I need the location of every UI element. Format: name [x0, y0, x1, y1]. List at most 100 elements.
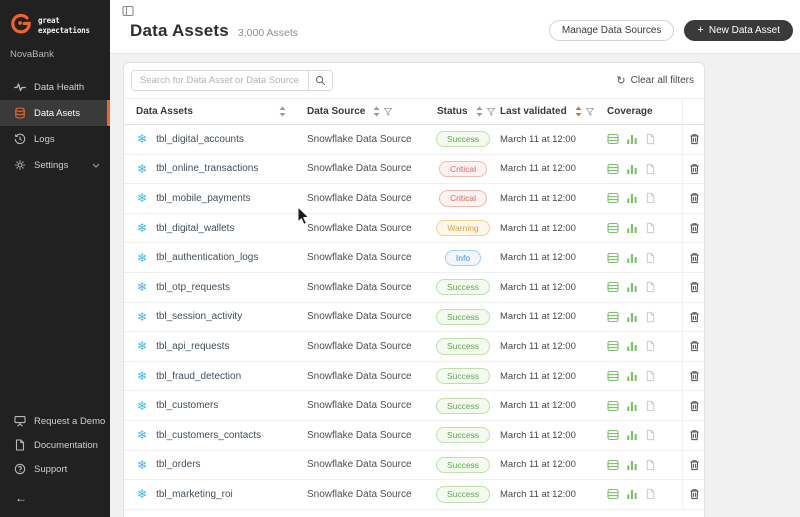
table-row[interactable]: ❄ tbl_marketing_roi Snowflake Data Sourc… [124, 480, 704, 510]
delete-icon[interactable] [689, 488, 700, 500]
table-row[interactable]: ❄ tbl_online_transactions Snowflake Data… [124, 155, 704, 185]
table-row[interactable]: ❄ tbl_otp_requests Snowflake Data Source… [124, 273, 704, 303]
search-icon[interactable] [308, 71, 332, 90]
schema-coverage-icon[interactable] [607, 163, 619, 175]
metrics-coverage-icon[interactable] [626, 340, 638, 352]
asset-name-cell[interactable]: ❄ tbl_customers [124, 400, 302, 412]
table-row[interactable]: ❄ tbl_mobile_payments Snowflake Data Sou… [124, 184, 704, 214]
schema-coverage-icon[interactable] [607, 281, 619, 293]
delete-icon[interactable] [689, 311, 700, 323]
table-row[interactable]: ❄ tbl_digital_accounts Snowflake Data So… [124, 125, 704, 155]
schema-coverage-icon[interactable] [607, 370, 619, 382]
delete-icon[interactable] [689, 163, 700, 175]
delete-icon[interactable] [689, 281, 700, 293]
docs-coverage-icon[interactable] [645, 400, 656, 412]
new-data-asset-button[interactable]: + New Data Asset [684, 20, 793, 41]
schema-coverage-icon[interactable] [607, 488, 619, 500]
metrics-coverage-icon[interactable] [626, 311, 638, 323]
delete-icon[interactable] [689, 222, 700, 234]
column-header-data-source[interactable]: Data Source [302, 99, 432, 124]
sidebar-toggle-icon[interactable] [122, 5, 134, 17]
sidebar-item-logs[interactable]: Logs [0, 126, 110, 152]
docs-coverage-icon[interactable] [645, 222, 656, 234]
manage-data-sources-button[interactable]: Manage Data Sources [549, 20, 675, 41]
metrics-coverage-icon[interactable] [626, 281, 638, 293]
schema-coverage-icon[interactable] [607, 311, 619, 323]
search-input[interactable] [132, 71, 308, 90]
delete-icon[interactable] [689, 429, 700, 441]
docs-coverage-icon[interactable] [645, 488, 656, 500]
schema-coverage-icon[interactable] [607, 429, 619, 441]
table-row[interactable]: ❄ tbl_authentication_logs Snowflake Data… [124, 243, 704, 273]
asset-name-cell[interactable]: ❄ tbl_orders [124, 459, 302, 471]
delete-icon[interactable] [689, 192, 700, 204]
delete-icon[interactable] [689, 133, 700, 145]
metrics-coverage-icon[interactable] [626, 459, 638, 471]
docs-coverage-icon[interactable] [645, 459, 656, 471]
asset-name-cell[interactable]: ❄ tbl_customers_contacts [124, 429, 302, 441]
clear-all-filters-button[interactable]: ↻ Clear all filters [616, 74, 694, 87]
sidebar-item-data-health[interactable]: Data Health [0, 74, 110, 100]
sort-icon[interactable] [373, 106, 380, 117]
docs-coverage-icon[interactable] [645, 429, 656, 441]
sidebar-item-documentation[interactable]: Documentation [0, 433, 110, 457]
asset-name-cell[interactable]: ❄ tbl_authentication_logs [124, 252, 302, 264]
table-row[interactable]: ❄ tbl_customers_contacts Snowflake Data … [124, 421, 704, 451]
docs-coverage-icon[interactable] [645, 370, 656, 382]
delete-icon[interactable] [689, 252, 700, 264]
delete-icon[interactable] [689, 340, 700, 352]
table-row[interactable]: ❄ tbl_fraud_detection Snowflake Data Sou… [124, 362, 704, 392]
metrics-coverage-icon[interactable] [626, 252, 638, 264]
table-row[interactable]: ❄ tbl_digital_wallets Snowflake Data Sou… [124, 214, 704, 244]
sidebar-collapse-button[interactable]: ← [0, 481, 110, 505]
schema-coverage-icon[interactable] [607, 133, 619, 145]
docs-coverage-icon[interactable] [645, 192, 656, 204]
delete-icon[interactable] [689, 400, 700, 412]
asset-name-cell[interactable]: ❄ tbl_session_activity [124, 311, 302, 323]
metrics-coverage-icon[interactable] [626, 192, 638, 204]
column-header-data-assets[interactable]: Data Assets [124, 99, 302, 124]
metrics-coverage-icon[interactable] [626, 370, 638, 382]
sort-icon-active[interactable] [575, 106, 582, 117]
schema-coverage-icon[interactable] [607, 252, 619, 264]
metrics-coverage-icon[interactable] [626, 488, 638, 500]
asset-name-cell[interactable]: ❄ tbl_otp_requests [124, 281, 302, 293]
asset-name-cell[interactable]: ❄ tbl_online_transactions [124, 163, 302, 175]
sort-icon[interactable] [476, 106, 483, 117]
column-header-last-validated[interactable]: Last validated [494, 99, 601, 124]
sidebar-item-request-a-demo[interactable]: Request a Demo [0, 409, 110, 433]
sidebar-item-settings[interactable]: Settings [0, 152, 110, 178]
docs-coverage-icon[interactable] [645, 133, 656, 145]
asset-name-cell[interactable]: ❄ tbl_digital_wallets [124, 222, 302, 234]
metrics-coverage-icon[interactable] [626, 222, 638, 234]
schema-coverage-icon[interactable] [607, 192, 619, 204]
asset-name-cell[interactable]: ❄ tbl_fraud_detection [124, 370, 302, 382]
schema-coverage-icon[interactable] [607, 222, 619, 234]
metrics-coverage-icon[interactable] [626, 163, 638, 175]
asset-name-cell[interactable]: ❄ tbl_mobile_payments [124, 192, 302, 204]
sort-icon[interactable] [279, 106, 286, 117]
table-row[interactable]: ❄ tbl_orders Snowflake Data Source Succe… [124, 451, 704, 481]
filter-icon[interactable] [384, 108, 392, 116]
docs-coverage-icon[interactable] [645, 163, 656, 175]
column-header-status[interactable]: Status [432, 99, 494, 124]
sidebar-item-data-asets[interactable]: Data Asets [0, 100, 110, 126]
schema-coverage-icon[interactable] [607, 400, 619, 412]
table-row[interactable]: ❄ tbl_api_requests Snowflake Data Source… [124, 332, 704, 362]
schema-coverage-icon[interactable] [607, 459, 619, 471]
asset-name-cell[interactable]: ❄ tbl_digital_accounts [124, 133, 302, 145]
schema-coverage-icon[interactable] [607, 340, 619, 352]
metrics-coverage-icon[interactable] [626, 400, 638, 412]
metrics-coverage-icon[interactable] [626, 133, 638, 145]
filter-icon[interactable] [586, 108, 594, 116]
docs-coverage-icon[interactable] [645, 252, 656, 264]
asset-name-cell[interactable]: ❄ tbl_marketing_roi [124, 488, 302, 500]
metrics-coverage-icon[interactable] [626, 429, 638, 441]
delete-icon[interactable] [689, 370, 700, 382]
asset-name-cell[interactable]: ❄ tbl_api_requests [124, 340, 302, 352]
table-row[interactable]: ❄ tbl_customers Snowflake Data Source Su… [124, 391, 704, 421]
docs-coverage-icon[interactable] [645, 340, 656, 352]
delete-icon[interactable] [689, 459, 700, 471]
docs-coverage-icon[interactable] [645, 281, 656, 293]
docs-coverage-icon[interactable] [645, 311, 656, 323]
